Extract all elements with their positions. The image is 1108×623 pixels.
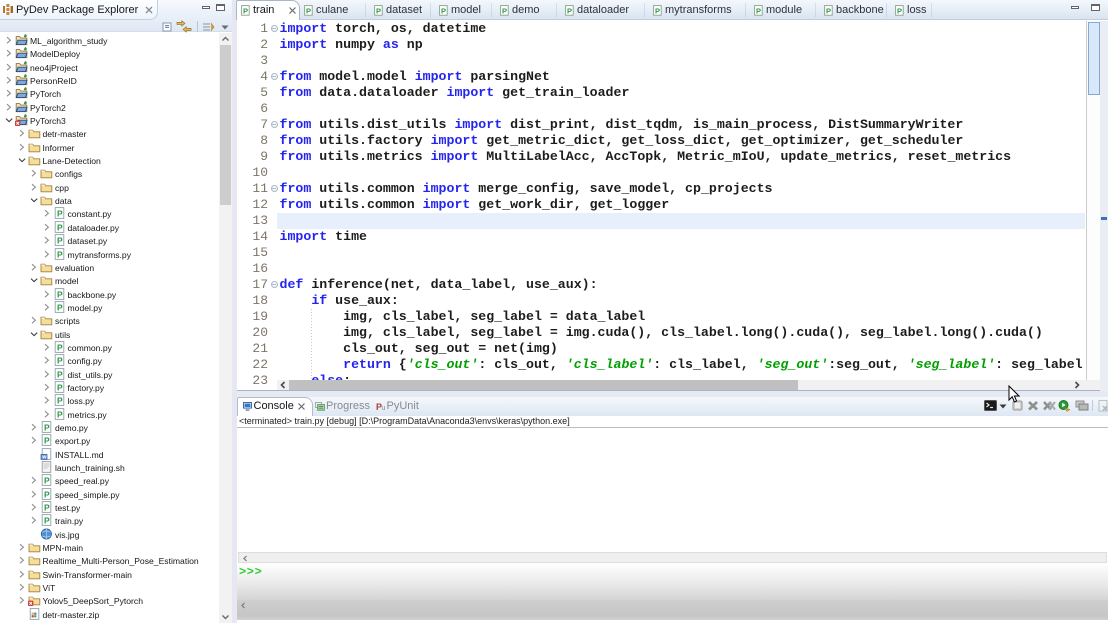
svg-text:u: u [381, 405, 385, 412]
